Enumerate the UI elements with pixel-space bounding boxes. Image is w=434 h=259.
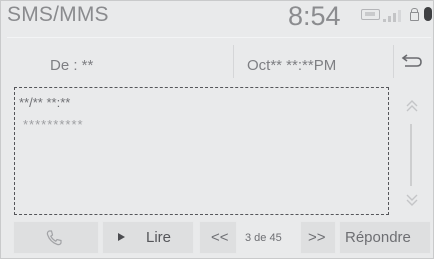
scrollbar-track[interactable] [410,124,412,186]
chevron-up-icon [406,100,418,112]
clock: 8:54 [288,1,341,31]
chevron-down-icon [406,194,418,206]
message-counter: 3 de 45 [245,232,282,244]
message-header: **/** **:** [19,95,71,110]
header-divider [7,37,431,38]
sender-label: De : ** [50,57,94,74]
message-panel[interactable]: **/** **:** ********** [14,87,389,215]
next-icon: >> [308,229,326,246]
phone-icon [46,230,62,246]
previous-icon: << [211,229,229,246]
row-divider [233,45,234,78]
back-arrow-icon [401,54,422,67]
screen-title: SMS/MMS [7,3,109,26]
status-icons [361,6,432,24]
message-body: ********** [23,117,84,132]
lock-icon [410,8,419,21]
read-button-label: Lire [146,229,172,246]
scroll-up-button[interactable] [400,97,424,117]
signal-bars-icon [383,8,407,22]
scroll-down-button[interactable] [400,189,424,209]
back-button[interactable] [394,48,430,78]
play-icon [118,233,125,241]
message-date: Oct** **:**PM [247,57,337,74]
dcm-icon [361,9,380,20]
bluetooth-icon [424,7,432,21]
reply-button-label: Répondre [345,229,411,246]
sms-screen: SMS/MMS 8:54 De : ** Oct** **:**PM **/**… [0,0,434,259]
